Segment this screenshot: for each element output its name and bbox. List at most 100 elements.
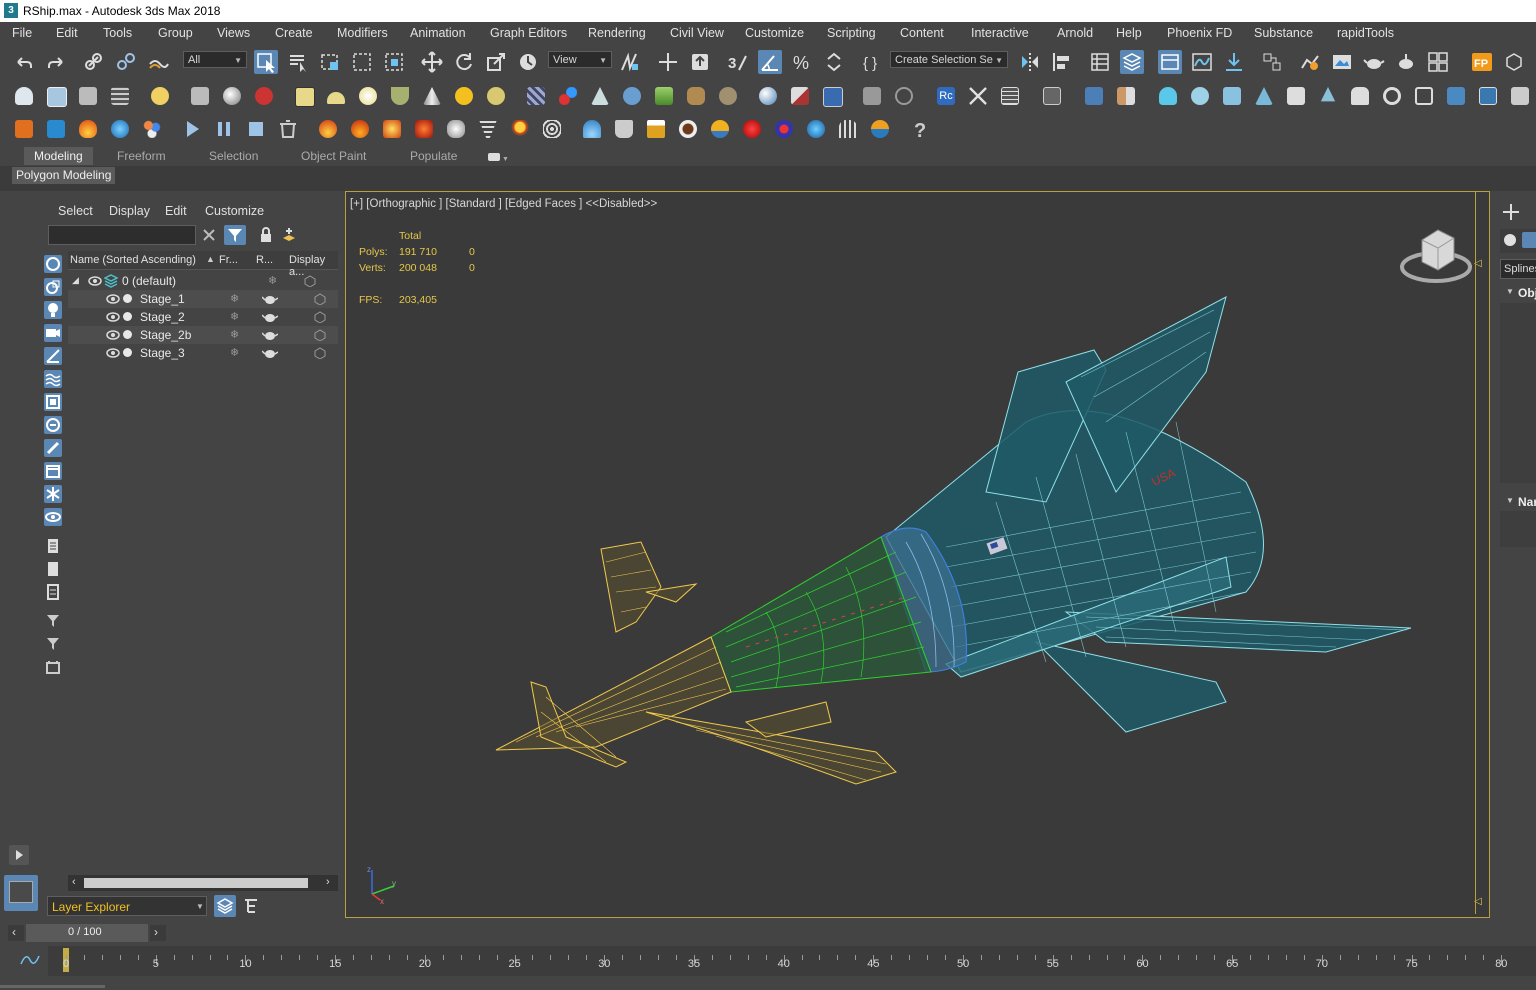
plane-object-button[interactable] — [44, 84, 68, 108]
menu-civil-view[interactable]: Civil View — [670, 26, 724, 40]
vray-frame-button[interactable] — [1412, 84, 1436, 108]
explorer-search-input[interactable] — [48, 225, 196, 245]
filter-helpers-button[interactable] — [44, 347, 62, 365]
teapot-object-button[interactable] — [12, 84, 36, 108]
rollout-collapse-icon[interactable]: ▼ — [1506, 287, 1514, 296]
boat-wake-button[interactable] — [708, 117, 732, 141]
proxy-button[interactable] — [860, 84, 884, 108]
rotate-button[interactable] — [452, 50, 476, 74]
fire-smoke-grid-button[interactable] — [12, 117, 36, 141]
toggle-scene-explorer-button[interactable] — [1088, 50, 1112, 74]
track-bar[interactable] — [48, 946, 1536, 976]
eye-icon[interactable] — [106, 311, 120, 323]
filter-invert-button[interactable] — [44, 658, 62, 676]
waves-button[interactable] — [836, 117, 860, 141]
settings-list-button[interactable] — [1040, 84, 1064, 108]
splash-button[interactable] — [580, 117, 604, 141]
explorer-menu-display[interactable]: Display — [109, 204, 150, 218]
liquid-grid-button[interactable] — [44, 117, 68, 141]
menu-customize[interactable]: Customize — [745, 26, 804, 40]
fire-preset-2-button[interactable] — [348, 117, 372, 141]
render-iterative-button[interactable] — [1394, 50, 1418, 74]
vray-target-button[interactable] — [1444, 84, 1468, 108]
tab-selection[interactable]: Selection — [209, 149, 258, 163]
texture-button[interactable] — [788, 84, 812, 108]
tornado-button[interactable] — [476, 117, 500, 141]
grass-button[interactable] — [652, 84, 676, 108]
filter-containers-button[interactable] — [44, 462, 62, 480]
beer-button[interactable] — [644, 117, 668, 141]
window-crossing-button[interactable] — [350, 50, 374, 74]
fire-button[interactable] — [76, 117, 100, 141]
menu-tools[interactable]: Tools — [103, 26, 132, 40]
eye-icon[interactable] — [106, 293, 120, 305]
time-slider-next-button[interactable]: › — [150, 925, 166, 941]
edit-named-selection-button[interactable]: { } — [860, 50, 884, 74]
wave-smoke-button[interactable] — [540, 117, 564, 141]
fire-preset-1-button[interactable] — [316, 117, 340, 141]
tree-row-layer-default[interactable]: ◢ 0 (default) ❄ — [68, 272, 338, 290]
region-select-button[interactable] — [318, 50, 342, 74]
box-outline-icon[interactable] — [313, 311, 327, 323]
pause-button[interactable] — [212, 117, 236, 141]
scale-button[interactable] — [484, 50, 508, 74]
camera-button[interactable] — [188, 84, 212, 108]
display-references-button[interactable] — [44, 560, 62, 578]
explorer-menu-edit[interactable]: Edit — [165, 204, 187, 218]
ocean-mesher-button[interactable] — [868, 117, 892, 141]
perspective-viewport[interactable]: [+] [Orthographic ] [Standard ] [Edged F… — [345, 191, 1490, 918]
menu-scripting[interactable]: Scripting — [827, 26, 876, 40]
unlink-button[interactable] — [114, 50, 138, 74]
tree-row-stage-2[interactable]: Stage_2 ❄ — [68, 308, 338, 326]
particle-grid-button[interactable] — [524, 84, 548, 108]
hair-fur-button[interactable] — [684, 84, 708, 108]
teapot-icon[interactable] — [262, 329, 278, 341]
snowflake-icon[interactable]: ❄ — [230, 328, 239, 341]
redo-button[interactable] — [44, 50, 68, 74]
eye-icon[interactable] — [88, 275, 102, 287]
vray-fur-button[interactable] — [1252, 84, 1276, 108]
chevron-down-icon[interactable]: ▼ — [196, 902, 204, 911]
stop-button[interactable] — [244, 117, 268, 141]
mirror-button[interactable] — [1018, 50, 1042, 74]
box-outline-icon[interactable] — [303, 275, 317, 287]
scrollbar-thumb[interactable] — [84, 878, 308, 888]
filter-cameras-button[interactable] — [44, 324, 62, 342]
material-editor-button[interactable] — [1260, 50, 1284, 74]
pivot-center-button[interactable] — [618, 50, 642, 74]
light-bulb-button[interactable] — [148, 84, 172, 108]
snowflake-icon[interactable]: ❄ — [230, 292, 239, 305]
explosion-button[interactable] — [380, 117, 404, 141]
snowflake-icon[interactable]: ❄ — [268, 274, 277, 287]
clear-cache-button[interactable] — [276, 117, 300, 141]
tab-populate[interactable]: Populate — [410, 149, 457, 163]
menu-edit[interactable]: Edit — [56, 26, 78, 40]
menu-animation[interactable]: Animation — [410, 26, 466, 40]
lock-toggle-button[interactable] — [258, 226, 274, 244]
filter-xrefs-button[interactable] — [44, 416, 62, 434]
menu-interactive[interactable]: Interactive — [971, 26, 1029, 40]
vray-network-button[interactable] — [1508, 84, 1532, 108]
render-production-button[interactable] — [1362, 50, 1386, 74]
eye-icon[interactable] — [106, 347, 120, 359]
box-outline-icon[interactable] — [313, 329, 327, 341]
teapot-icon[interactable] — [262, 347, 278, 359]
select-object-button[interactable] — [254, 50, 278, 74]
water-button[interactable] — [108, 117, 132, 141]
box-outline-icon[interactable] — [313, 347, 327, 359]
object-category-dropdown[interactable]: Splines — [1500, 259, 1536, 279]
menu-phoenix-fd[interactable]: Phoenix FD — [1167, 26, 1232, 40]
filter-hidden-button[interactable] — [44, 508, 62, 526]
menu-help[interactable]: Help — [1116, 26, 1142, 40]
fp-plugin-button[interactable]: FP — [1470, 50, 1494, 74]
filter-spacewarps-button[interactable] — [44, 370, 62, 388]
filter-all-button[interactable] — [44, 612, 62, 630]
menu-file[interactable]: File — [12, 26, 32, 40]
tree-row-stage-3[interactable]: Stage_3 ❄ — [68, 344, 338, 362]
glass-pour-button[interactable] — [612, 117, 636, 141]
rendered-frame-window-button[interactable] — [1330, 50, 1354, 74]
spinner-snap-button[interactable] — [822, 50, 846, 74]
render-element-button[interactable] — [820, 84, 844, 108]
vray-bottle-button[interactable] — [1348, 84, 1372, 108]
help-circle-button[interactable] — [892, 84, 916, 108]
